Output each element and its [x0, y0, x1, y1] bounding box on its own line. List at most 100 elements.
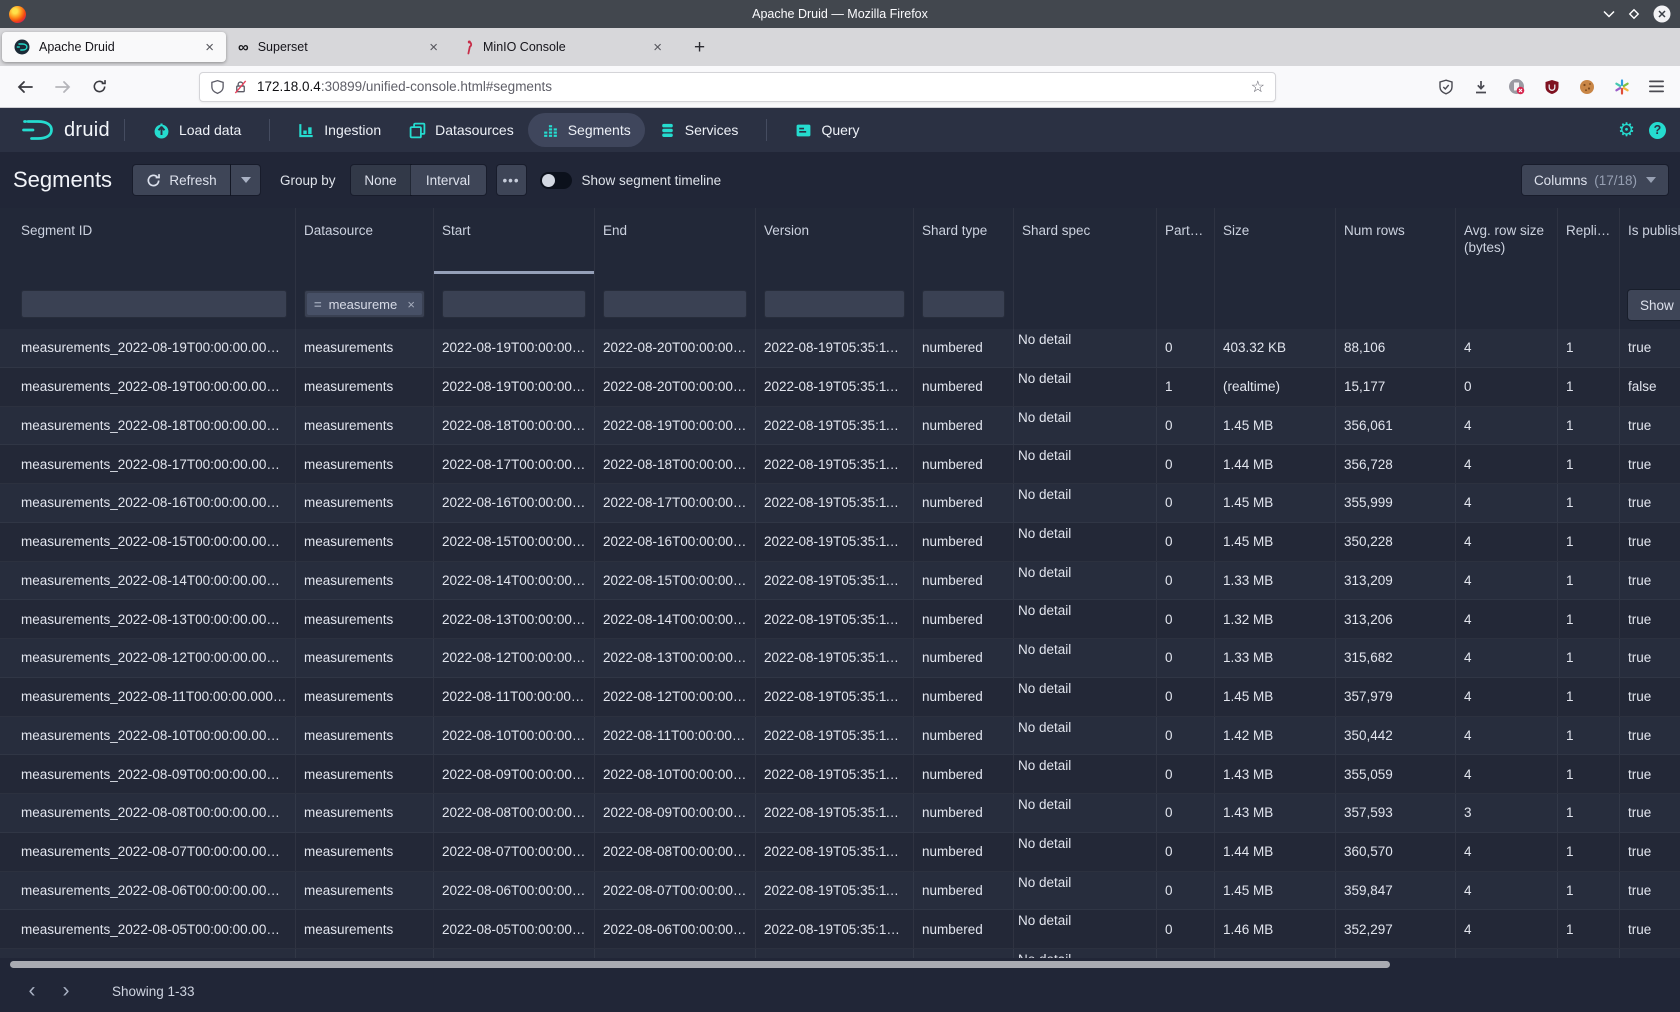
nav-item-services[interactable]: Services [645, 113, 753, 147]
druid-logo[interactable]: druid [20, 117, 110, 143]
shield-icon[interactable] [210, 79, 225, 95]
filter-input[interactable] [603, 290, 747, 318]
table-filter-row: =measureme× Show [0, 274, 1680, 329]
cell-value: numbered [922, 883, 983, 898]
help-icon[interactable]: ? [1649, 122, 1666, 139]
table-row[interactable]: measurements_2022-08-10T00:00:00.000Z...… [0, 717, 1680, 756]
ublock-icon[interactable] [1544, 79, 1560, 95]
new-tab-button[interactable]: + [688, 38, 711, 57]
filter-input[interactable] [764, 290, 905, 318]
table-cell: true [1620, 445, 1680, 483]
cell-value: 2022-08-19T05:35:11.9... [764, 379, 905, 394]
url-bar[interactable]: 172.18.0.4:30899/unified-console.html#se… [199, 72, 1276, 102]
nav-item-load-data[interactable]: Load data [139, 113, 255, 147]
back-icon[interactable] [16, 79, 34, 95]
column-header[interactable]: End [595, 208, 756, 274]
reload-icon[interactable] [92, 79, 107, 94]
column-header[interactable]: Num rows [1336, 208, 1456, 274]
url-text[interactable]: 172.18.0.4:30899/unified-console.html#se… [257, 79, 552, 94]
column-header[interactable]: Segment ID [0, 208, 296, 274]
table-row[interactable]: measurements_2022-08-18T00:00:00.000Z...… [0, 407, 1680, 446]
browser-tab[interactable]: MinIO Console× [450, 32, 674, 62]
win-chevron-icon[interactable] [1603, 10, 1615, 18]
forward-icon[interactable] [54, 79, 72, 95]
tab-close-icon[interactable]: × [649, 40, 666, 55]
nav-item-query[interactable]: Query [781, 113, 873, 147]
column-header[interactable]: Version [756, 208, 914, 274]
tab-close-icon[interactable]: × [425, 40, 442, 55]
refresh-button[interactable]: Refresh [133, 165, 230, 195]
datasource-filter-tag[interactable]: =measureme× [307, 293, 422, 315]
win-close-icon[interactable] [1653, 5, 1671, 23]
table-row[interactable]: measurements_2022-08-19T00:00:00.000Z...… [0, 368, 1680, 407]
show-filter-button[interactable]: Show [1628, 290, 1680, 320]
insecure-lock-icon[interactable] [233, 79, 248, 95]
remove-filter-icon[interactable]: × [407, 297, 415, 312]
tab-close-icon[interactable]: × [201, 40, 218, 55]
table-row[interactable]: measurements_2022-08-05T00:00:00.000Z...… [0, 910, 1680, 949]
table-row[interactable]: measurements_2022-08-11T00:00:00.000Z...… [0, 678, 1680, 717]
column-header[interactable]: Avg. row size (bytes) [1456, 208, 1558, 274]
cell-value: 350,442 [1344, 728, 1393, 743]
table-row[interactable]: measurements_2022-08-13T00:00:00.000Z...… [0, 600, 1680, 639]
extension-icon[interactable] [1508, 78, 1525, 95]
column-header[interactable]: Shard spec [1014, 208, 1157, 274]
table-row[interactable]: measurements_2022-08-09T00:00:00.000Z...… [0, 755, 1680, 794]
column-header[interactable]: Datasource [296, 208, 434, 274]
table-cell: 0 [1157, 407, 1215, 445]
cell-value: 15,177 [1344, 379, 1385, 394]
table-cell: 0 [1157, 678, 1215, 716]
table-cell: No detail [1014, 910, 1157, 948]
column-header[interactable]: Start [434, 208, 595, 274]
column-header[interactable]: Replicas [1558, 208, 1620, 274]
browser-tab[interactable]: Apache Druid× [2, 32, 226, 62]
cell-value: 2022-08-08T00:00:00.0... [442, 805, 586, 820]
nav-item-label: Datasources [435, 122, 514, 138]
nav-item-ingestion[interactable]: Ingestion [284, 113, 395, 147]
cell-value: 4 [1464, 534, 1472, 549]
prev-page-button[interactable]: ‹ [18, 977, 46, 1005]
table-row[interactable]: measurements_2022-08-06T00:00:00.000Z...… [0, 872, 1680, 911]
column-header[interactable]: Shard type [914, 208, 1014, 274]
refresh-options-button[interactable] [231, 165, 260, 195]
table-row[interactable]: measurements_2022-08-14T00:00:00.000Z...… [0, 562, 1680, 601]
table-row[interactable]: measurements_2022-08-15T00:00:00.000Z...… [0, 523, 1680, 562]
table-row[interactable]: measurements_2022-08-12T00:00:00.000Z...… [0, 639, 1680, 678]
menu-icon[interactable] [1649, 80, 1664, 93]
browser-tab[interactable]: ∞Superset× [226, 32, 450, 62]
table-row[interactable]: measurements_2022-08-08T00:00:00.000Z...… [0, 794, 1680, 833]
filter-input[interactable] [442, 290, 586, 318]
nav-item-datasources[interactable]: Datasources [395, 113, 528, 147]
table-cell: 4 [1456, 910, 1558, 948]
pinwheel-icon[interactable] [1614, 79, 1630, 95]
filter-input[interactable] [21, 290, 287, 318]
cookie-icon[interactable] [1579, 79, 1595, 95]
settings-gear-icon[interactable]: ⚙ [1618, 121, 1635, 140]
table-cell: 352,297 [1336, 910, 1456, 948]
column-header[interactable]: Partition [1157, 208, 1215, 274]
columns-button[interactable]: Columns (17/18) [1522, 165, 1668, 195]
more-options-button[interactable]: ••• [497, 165, 526, 195]
scrollbar-thumb[interactable] [10, 961, 1390, 968]
win-diamond-icon[interactable] [1628, 8, 1640, 20]
nav-item-segments[interactable]: Segments [528, 113, 645, 147]
group-by-option-none[interactable]: None [351, 165, 411, 195]
table-cell: true [1620, 794, 1680, 832]
table-cell: measurements_2022-08-08T00:00:00.000Z... [0, 794, 296, 832]
group-by-option-interval[interactable]: Interval [411, 165, 486, 195]
table-row[interactable]: measurements_2022-08-17T00:00:00.000Z...… [0, 445, 1680, 484]
shield-check-icon[interactable] [1438, 79, 1454, 95]
download-icon[interactable] [1473, 79, 1489, 95]
table-row[interactable]: measurements_2022-08-16T00:00:00.000Z...… [0, 484, 1680, 523]
next-page-button[interactable]: › [52, 977, 80, 1005]
table-row[interactable]: measurements_2022-08-04T00:00:00.000Z...… [0, 949, 1680, 958]
table-row[interactable]: measurements_2022-08-07T00:00:00.000Z...… [0, 833, 1680, 872]
bookmark-star-icon[interactable]: ☆ [1251, 77, 1265, 97]
filter-cell [1558, 274, 1620, 329]
filter-input[interactable]: =measureme× [304, 290, 425, 318]
column-header[interactable]: Is published [1620, 208, 1680, 274]
table-row[interactable]: measurements_2022-08-19T00:00:00.000Z...… [0, 329, 1680, 368]
segment-timeline-toggle[interactable] [540, 172, 572, 189]
filter-input[interactable] [922, 290, 1005, 318]
column-header[interactable]: Size [1215, 208, 1336, 274]
